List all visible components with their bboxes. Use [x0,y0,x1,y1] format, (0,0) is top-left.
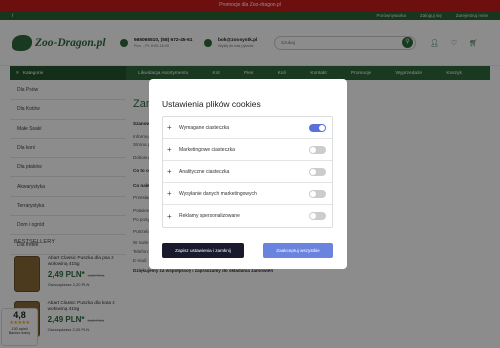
cookie-category-label: Analityczne ciasteczka [179,168,230,175]
toggle-knob [319,124,325,131]
toggle-knob [310,146,316,153]
cookie-category-label: Marketingowe ciasteczka [179,146,235,153]
expand-plus-icon[interactable]: + [167,212,177,221]
toggle-knob [310,168,316,175]
dialog-title: Ustawienia plików cookies [162,99,261,109]
cookie-category-marketing[interactable]: + Marketingowe ciasteczka [163,139,332,161]
page: Promocje dla Zoo-dragon.pl f Porównywark… [0,0,500,348]
dialog-actions: Zapisz ustawienia i zamknij Zaakceptuj w… [162,243,333,258]
expand-plus-icon[interactable]: + [167,189,177,198]
expand-plus-icon[interactable]: + [167,167,177,176]
cookie-category-personalized-ads[interactable]: + Reklamy spersonalizowane [163,205,332,227]
marketing-data-toggle[interactable] [309,189,326,198]
cookie-category-label: Reklamy spersonalizowane [179,213,240,219]
required-cookies-toggle[interactable] [309,123,326,132]
cookie-category-label: Wysyłanie danych marketingowych [179,190,257,197]
cookie-category-required[interactable]: + Wymagane ciasteczka [163,117,332,139]
expand-plus-icon[interactable]: + [167,123,177,132]
cookie-categories: + Wymagane ciasteczka + Marketingowe cia… [162,116,333,228]
save-settings-button[interactable]: Zapisz ustawienia i zamknij [162,243,244,258]
cookie-category-marketing-data[interactable]: + Wysyłanie danych marketingowych [163,183,332,205]
analytics-cookies-toggle[interactable] [309,167,326,176]
marketing-cookies-toggle[interactable] [309,145,326,154]
cookie-settings-dialog: Ustawienia plików cookies + Wymagane cia… [149,79,347,269]
toggle-knob [310,213,316,219]
cookie-category-analytics[interactable]: + Analityczne ciasteczka [163,161,332,183]
toggle-knob [310,190,316,197]
expand-plus-icon[interactable]: + [167,145,177,154]
personalized-ads-toggle[interactable] [309,212,326,220]
accept-all-button[interactable]: Zaakceptuj wszystkie [263,243,333,258]
cookie-category-label: Wymagane ciasteczka [179,124,229,131]
